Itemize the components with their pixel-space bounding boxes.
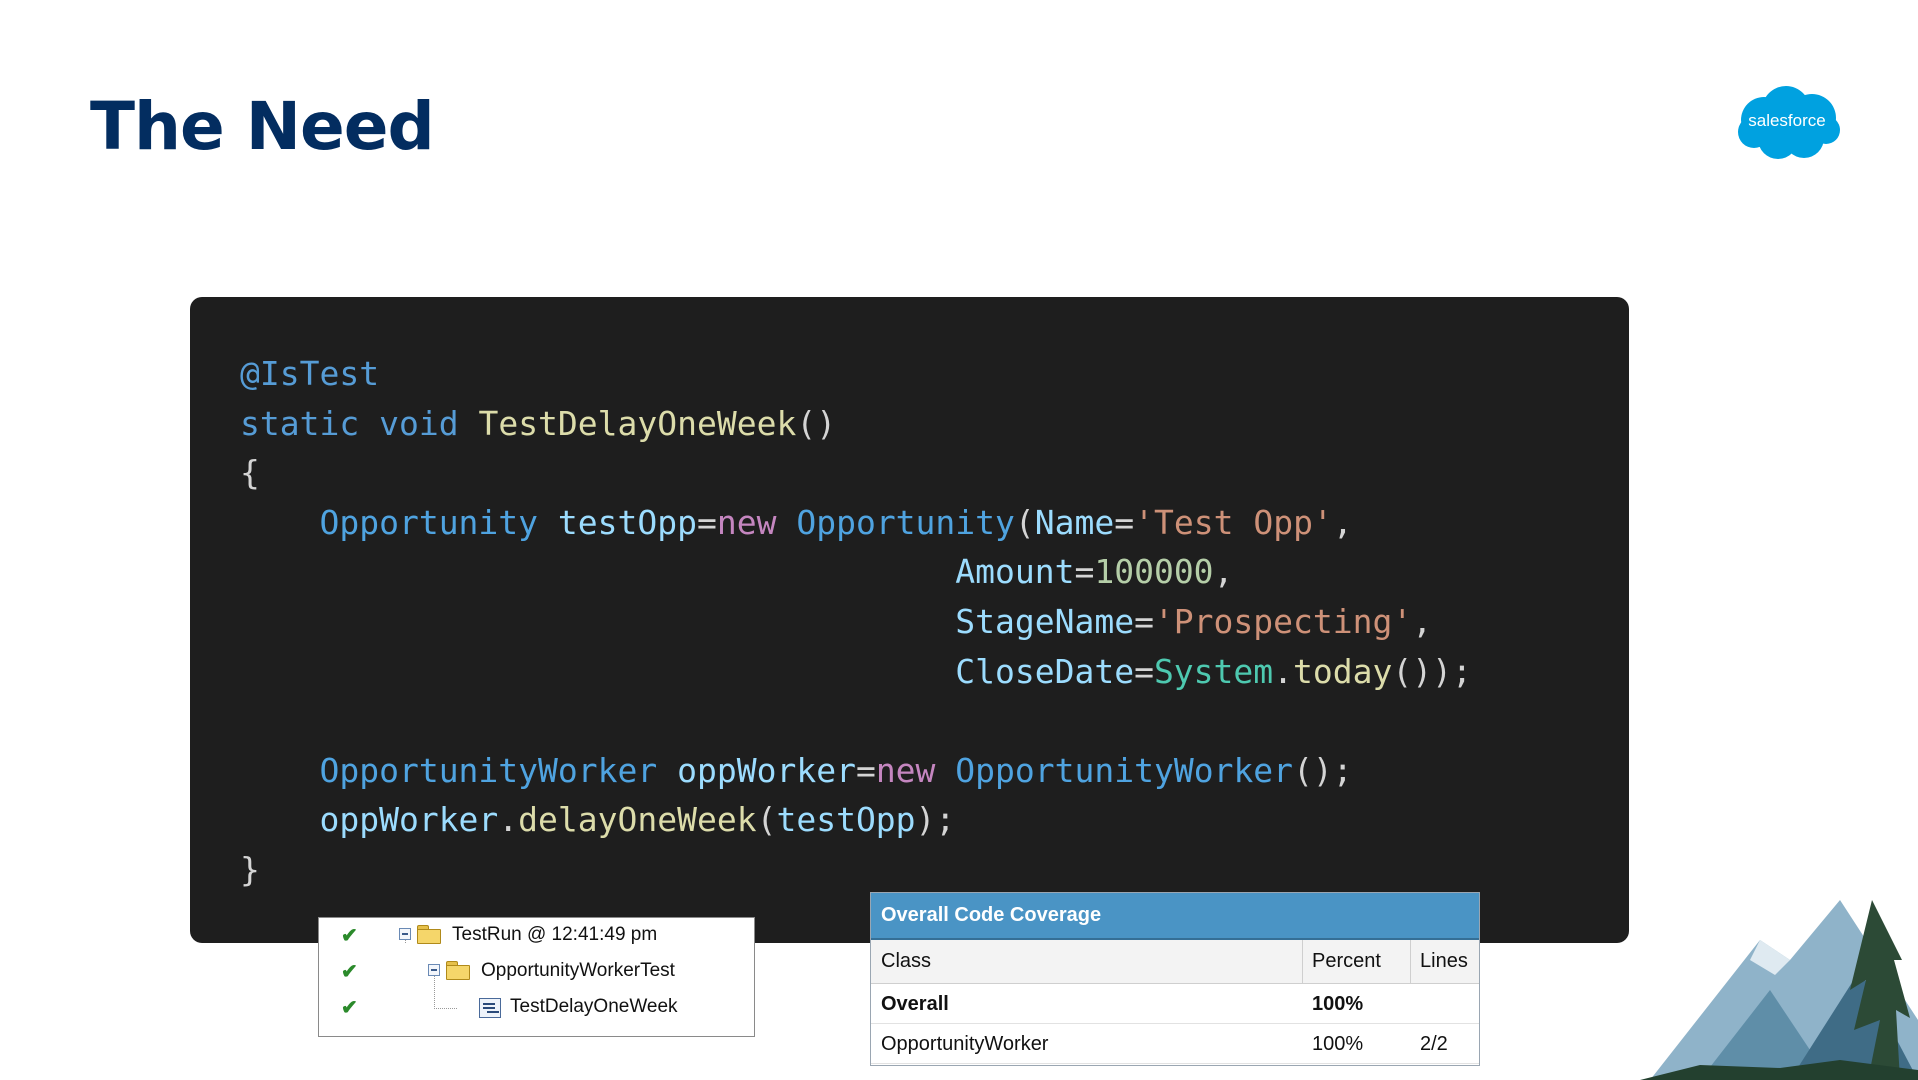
- keyword-new: new: [716, 502, 777, 542]
- row-percent: 100%: [1312, 1033, 1364, 1055]
- type-opportunity-ctor: Opportunity: [796, 502, 1015, 542]
- keyword-static: static: [240, 403, 360, 443]
- code-block: @IsTest static void TestDelayOneWeek() {…: [240, 354, 1472, 889]
- logo-text: salesforce: [1748, 111, 1826, 130]
- field-closedate: CloseDate: [955, 651, 1135, 691]
- keyword-void: void: [379, 403, 459, 443]
- row-class: Overall: [881, 993, 949, 1015]
- method-name: TestDelayOneWeek: [478, 403, 797, 443]
- column-divider: [1410, 940, 1411, 983]
- folder-icon: [446, 961, 470, 980]
- type-worker: OpportunityWorker: [319, 750, 658, 790]
- method-parens: (): [796, 403, 837, 443]
- column-lines[interactable]: Lines: [1420, 950, 1468, 973]
- tree-label: TestDelayOneWeek: [510, 996, 678, 1017]
- salesforce-logo: salesforce: [1734, 84, 1840, 164]
- field-name: Name: [1034, 502, 1115, 542]
- coverage-column-headers: Class Percent Lines: [871, 940, 1479, 984]
- tree-label: OpportunityWorkerTest: [481, 960, 675, 981]
- var-testopp: testOpp: [557, 502, 697, 542]
- code-coverage-panel: Overall Code Coverage Class Percent Line…: [870, 892, 1480, 1066]
- code-panel: @IsTest static void TestDelayOneWeek() {…: [190, 297, 1629, 943]
- annotation: @IsTest: [240, 354, 380, 393]
- coverage-row-overall: Overall 100%: [871, 984, 1479, 1024]
- string-prospecting: 'Prospecting': [1153, 601, 1413, 641]
- coverage-title: Overall Code Coverage: [871, 893, 1479, 940]
- column-class[interactable]: Class: [881, 950, 931, 973]
- string-test-opp: 'Test Opp': [1134, 502, 1333, 542]
- fn-delay: delayOneWeek: [518, 800, 757, 840]
- row-percent: 100%: [1312, 993, 1364, 1015]
- field-stagename: StageName: [955, 601, 1135, 641]
- open-brace: {: [240, 453, 260, 493]
- tree-row-testrun[interactable]: ✔ TestRun @ 12:41:49 pm: [319, 920, 754, 950]
- collapse-icon[interactable]: [399, 928, 411, 940]
- passed-check-icon: ✔: [341, 997, 358, 1019]
- passed-check-icon: ✔: [341, 961, 358, 983]
- fn-today: today: [1293, 651, 1393, 691]
- tree-label: TestRun @ 12:41:49 pm: [452, 924, 658, 945]
- test-method-icon: [479, 998, 501, 1018]
- type-worker-ctor: OpportunityWorker: [955, 750, 1294, 790]
- var-oppworker-call: oppWorker: [319, 800, 499, 840]
- mountain-illustration: [1640, 900, 1918, 1080]
- var-oppworker: oppWorker: [677, 750, 856, 790]
- tree-row-test-method[interactable]: ✔ TestDelayOneWeek: [319, 992, 754, 1022]
- row-lines: 2/2: [1420, 1033, 1448, 1055]
- coverage-row-class[interactable]: OpportunityWorker 100% 2/2: [871, 1024, 1479, 1064]
- keyword-new-2: new: [875, 750, 936, 790]
- collapse-icon[interactable]: [428, 964, 440, 976]
- type-opportunity: Opportunity: [319, 502, 539, 542]
- column-divider: [1302, 940, 1303, 983]
- column-percent[interactable]: Percent: [1312, 950, 1381, 973]
- row-class: OpportunityWorker: [881, 1033, 1049, 1055]
- slide-title: The Need: [90, 88, 435, 165]
- passed-check-icon: ✔: [341, 925, 358, 947]
- number-amount: 100000: [1094, 552, 1214, 592]
- arg-testopp: testOpp: [776, 800, 916, 840]
- field-amount: Amount: [955, 552, 1075, 592]
- test-run-tree: ✔ TestRun @ 12:41:49 pm ✔ OpportunityWor…: [318, 917, 755, 1037]
- close-brace: }: [240, 849, 260, 889]
- tree-row-test-class[interactable]: ✔ OpportunityWorkerTest: [319, 956, 754, 986]
- class-system: System: [1153, 651, 1274, 691]
- folder-icon: [417, 925, 441, 944]
